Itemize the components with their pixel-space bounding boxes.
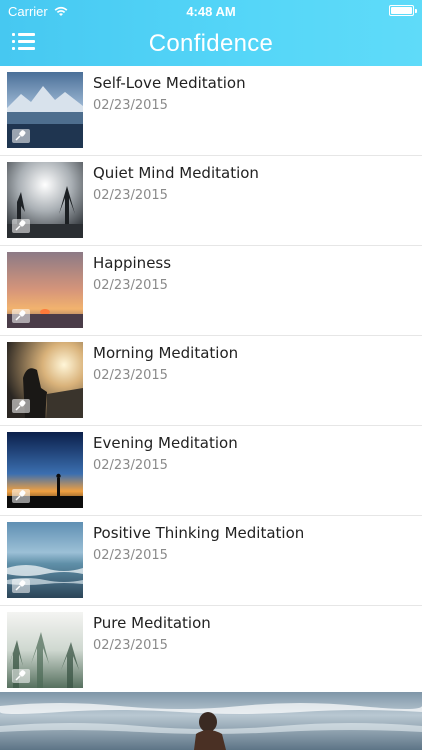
thumbnail-image [7, 432, 83, 508]
footer-banner-image [0, 692, 422, 750]
item-title: Pure Meditation [93, 614, 211, 632]
thumbnail-image [7, 342, 83, 418]
page-title: Confidence [148, 30, 274, 57]
microphone-icon [12, 219, 30, 233]
item-date: 02/23/2015 [93, 368, 168, 383]
item-date: 02/23/2015 [93, 638, 168, 653]
item-title: Morning Meditation [93, 344, 239, 362]
microphone-icon [12, 309, 30, 323]
list-item[interactable]: Morning Meditation 02/23/2015 [0, 336, 422, 426]
thumbnail-image [7, 72, 83, 148]
thumbnail-image [7, 612, 83, 688]
list-item[interactable]: Positive Thinking Meditation 02/23/2015 [0, 516, 422, 606]
meditation-list: Self-Love Meditation 02/23/2015 Quiet Mi… [0, 66, 422, 696]
item-title: Positive Thinking Meditation [93, 524, 305, 542]
status-bar: Carrier 4:48 AM [0, 0, 422, 22]
battery-icon [389, 5, 417, 16]
item-title: Quiet Mind Meditation [93, 164, 259, 182]
item-date: 02/23/2015 [93, 458, 168, 473]
microphone-icon [12, 669, 30, 683]
list-item[interactable]: Happiness 02/23/2015 [0, 246, 422, 336]
item-date: 02/23/2015 [93, 188, 168, 203]
thumbnail-image [7, 522, 83, 598]
microphone-icon [12, 129, 30, 143]
item-date: 02/23/2015 [93, 548, 168, 563]
thumbnail-image [7, 252, 83, 328]
list-item[interactable]: Self-Love Meditation 02/23/2015 [0, 66, 422, 156]
item-date: 02/23/2015 [93, 278, 168, 293]
header-bar: Carrier 4:48 AM Confidence [0, 0, 422, 66]
microphone-icon [12, 489, 30, 503]
item-date: 02/23/2015 [93, 98, 168, 113]
thumbnail-image [7, 162, 83, 238]
microphone-icon [12, 579, 30, 593]
item-title: Evening Meditation [93, 434, 238, 452]
microphone-icon [12, 399, 30, 413]
item-title: Happiness [93, 254, 172, 272]
list-item[interactable]: Evening Meditation 02/23/2015 [0, 426, 422, 516]
list-item[interactable]: Pure Meditation 02/23/2015 [0, 606, 422, 696]
status-time: 4:48 AM [186, 4, 236, 19]
list-item[interactable]: Quiet Mind Meditation 02/23/2015 [0, 156, 422, 246]
item-title: Self-Love Meditation [93, 74, 246, 92]
